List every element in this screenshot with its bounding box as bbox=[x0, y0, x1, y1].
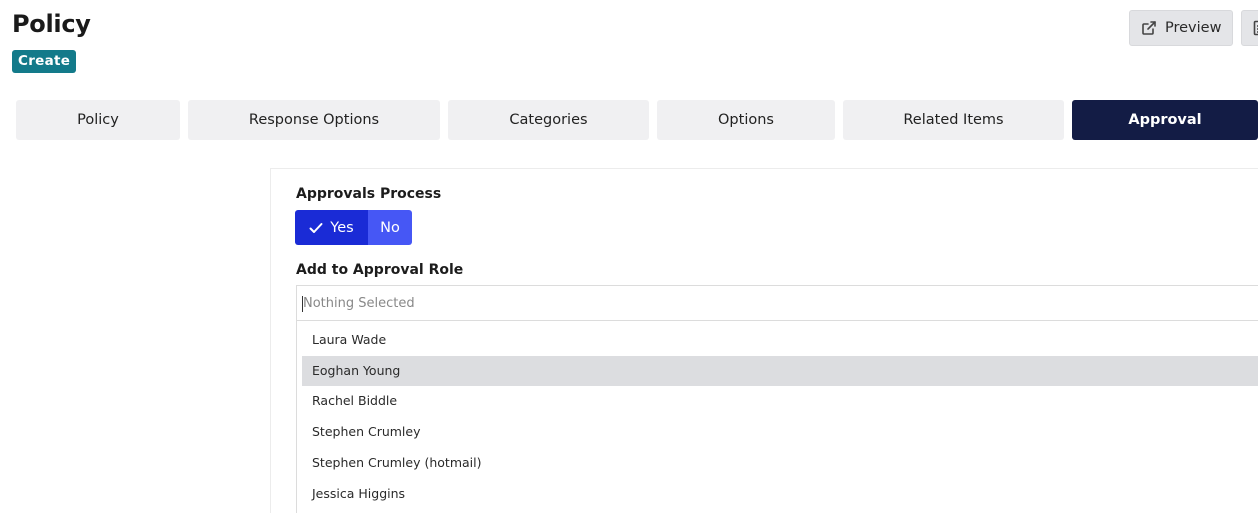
tab-policy[interactable]: Policy bbox=[16, 100, 180, 140]
yes-button-label: Yes bbox=[330, 219, 354, 236]
dropdown-option[interactable]: Stephen Crumley (hotmail) bbox=[302, 448, 1258, 478]
dropdown-option[interactable]: Jessica Higgins bbox=[302, 479, 1258, 509]
page-title: Policy bbox=[12, 10, 91, 38]
tab-bar: Policy Response Options Categories Optio… bbox=[16, 100, 1258, 140]
tab-categories[interactable]: Categories bbox=[448, 100, 649, 140]
approval-role-dropdown: Laura Wade Eoghan Young Rachel Biddle St… bbox=[296, 321, 1258, 513]
checkmark-icon bbox=[309, 222, 323, 234]
no-button[interactable]: No bbox=[368, 210, 412, 245]
approvals-process-label: Approvals Process bbox=[296, 186, 442, 202]
tab-options[interactable]: Options bbox=[657, 100, 835, 140]
approvals-process-toggle: Yes No bbox=[295, 210, 412, 245]
preview-button[interactable]: Preview bbox=[1129, 10, 1233, 46]
external-link-icon bbox=[1141, 20, 1157, 36]
document-button[interactable] bbox=[1241, 10, 1258, 46]
text-cursor bbox=[302, 296, 303, 312]
tab-related-items[interactable]: Related Items bbox=[843, 100, 1064, 140]
preview-button-label: Preview bbox=[1165, 20, 1222, 36]
yes-button[interactable]: Yes bbox=[295, 210, 368, 245]
tab-approval[interactable]: Approval bbox=[1072, 100, 1258, 140]
dropdown-option[interactable]: Laura Wade bbox=[302, 325, 1258, 355]
dropdown-option[interactable]: Eoghan Young bbox=[302, 356, 1258, 386]
approval-role-search-input[interactable] bbox=[296, 285, 1258, 321]
dropdown-option[interactable]: Rachel Biddle bbox=[302, 386, 1258, 416]
document-icon bbox=[1253, 20, 1258, 36]
approval-role-label: Add to Approval Role bbox=[296, 262, 464, 278]
tab-response-options[interactable]: Response Options bbox=[188, 100, 440, 140]
dropdown-option[interactable]: Stephen Crumley bbox=[302, 417, 1258, 447]
mode-badge: Create bbox=[12, 50, 77, 73]
header-actions: Preview bbox=[1129, 10, 1258, 46]
